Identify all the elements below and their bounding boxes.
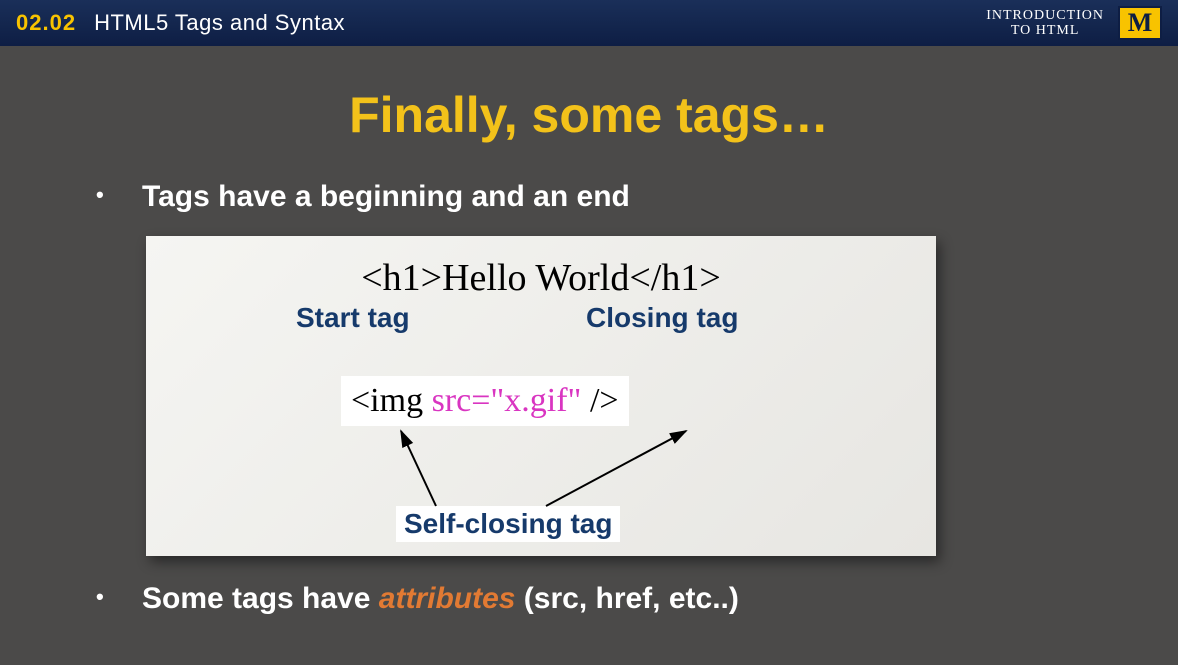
code-example-1: <h1>Hello World</h1> [146, 256, 936, 300]
top-bar: 02.02 HTML5 Tags and Syntax INTRODUCTION… [0, 0, 1178, 46]
slide-heading: Finally, some tags… [56, 86, 1122, 144]
start-tag-label: Start tag [296, 302, 410, 334]
slide-content: Finally, some tags… Tags have a beginnin… [0, 46, 1178, 616]
bullet-list-2: Some tags have attributes (src, href, et… [96, 582, 1122, 616]
slide: 02.02 HTML5 Tags and Syntax INTRODUCTION… [0, 0, 1178, 665]
self-closing-label: Self-closing tag [396, 506, 620, 542]
course-name: INTRODUCTION TO HTML [986, 8, 1104, 38]
slide-number: 02.02 [16, 10, 76, 36]
closing-tag-label: Closing tag [586, 302, 738, 334]
bullet-1: Tags have a beginning and an end [96, 180, 1122, 214]
code-example-2: <img src="x.gif" /> [341, 376, 629, 426]
attribute-highlight: src="x.gif" [432, 382, 582, 419]
attributes-word: attributes [379, 582, 516, 615]
tag-diagram: <h1>Hello World</h1> Start tag Closing t… [146, 236, 936, 556]
michigan-logo-icon: M [1118, 6, 1162, 40]
lecture-title: HTML5 Tags and Syntax [94, 10, 345, 36]
bullet-list: Tags have a beginning and an end [96, 180, 1122, 214]
bullet-2: Some tags have attributes (src, href, et… [96, 582, 1122, 616]
